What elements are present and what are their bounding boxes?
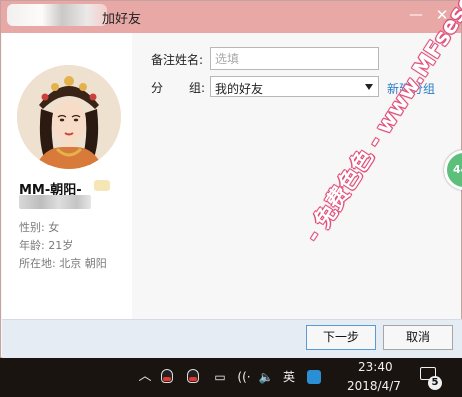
group-select-value: 我的好友 — [215, 82, 264, 96]
blurred-title-prefix — [7, 4, 107, 26]
input-method-indicator[interactable]: 英 — [281, 368, 297, 386]
group-label-first: 分 — [151, 81, 164, 95]
floating-bubble-label: 44 — [453, 163, 462, 176]
avatar-portrait-image — [17, 65, 121, 169]
nickname-emoji-blur — [94, 180, 110, 191]
notification-count-badge: 5 — [428, 376, 442, 390]
wifi-icon[interactable]: ((· — [235, 368, 253, 386]
blurred-account-number — [19, 195, 91, 209]
remark-input[interactable] — [210, 47, 379, 70]
tray-app-icon[interactable] — [305, 368, 323, 386]
avatar — [17, 65, 121, 169]
clock-date[interactable]: 2018/4/7 — [347, 379, 401, 393]
screen: 加好友 — ✕ MM-朝阳- 性别: 女 年龄: 21岁 所在地: 北京 朝阳 … — [0, 0, 462, 397]
dropdown-caret-icon — [365, 84, 373, 90]
gender-text: 性别: 女 — [19, 221, 60, 234]
taskbar: ︿ ▭ ((· 🔈 英 23:40 2018/4/7 — [0, 358, 462, 397]
dialog-title: 加好友 — [102, 12, 142, 27]
location-text: 所在地: 北京 朝阳 — [19, 257, 107, 270]
new-group-link[interactable]: 新建分组 — [387, 80, 435, 97]
close-button[interactable]: ✕ — [431, 6, 453, 24]
battery-icon[interactable]: ▭ — [210, 368, 230, 386]
cancel-button[interactable]: 取消 — [383, 325, 453, 350]
profile-panel: MM-朝阳- 性别: 女 年龄: 21岁 所在地: 北京 朝阳 — [2, 33, 132, 319]
next-button[interactable]: 下一步 — [306, 325, 376, 350]
volume-icon[interactable]: 🔈 — [257, 368, 275, 386]
minimize-button[interactable]: — — [405, 6, 427, 24]
title-bar[interactable]: 加好友 — ✕ — [1, 1, 461, 33]
clock-time[interactable]: 23:40 — [358, 360, 393, 374]
qq-tray-icon-second[interactable] — [184, 368, 202, 386]
group-select[interactable]: 我的好友 — [210, 76, 379, 97]
qq-tray-icon[interactable] — [158, 368, 176, 386]
group-label-second: 组: — [189, 81, 206, 95]
show-hidden-icons-chevron-icon[interactable]: ︿ — [138, 368, 152, 386]
add-friend-dialog: 加好友 — ✕ MM-朝阳- 性别: 女 年龄: 21岁 所在地: 北京 朝阳 … — [0, 0, 462, 359]
age-text: 年龄: 21岁 — [19, 239, 74, 252]
remark-label: 备注姓名: — [151, 53, 204, 67]
